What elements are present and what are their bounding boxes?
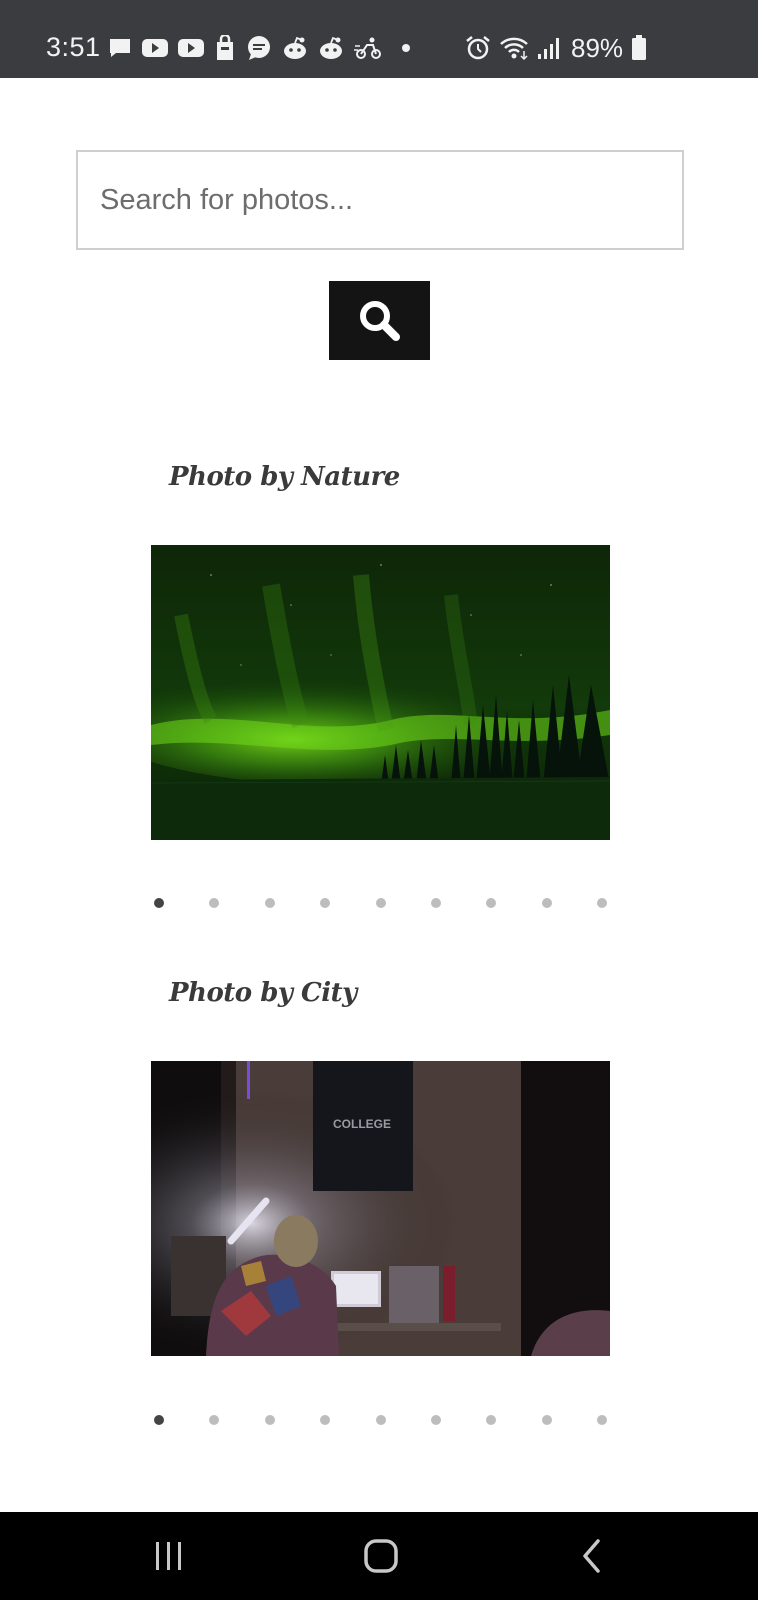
search-input[interactable] <box>76 150 684 250</box>
recent-apps-icon <box>156 1542 181 1570</box>
home-icon <box>364 1539 398 1573</box>
carousel-dot[interactable] <box>430 898 441 908</box>
message-icon <box>110 39 130 57</box>
delivery-icon <box>354 37 381 59</box>
reddit-icon <box>284 36 306 59</box>
battery-icon <box>632 35 647 60</box>
youtube-icon <box>142 39 168 57</box>
carousel-dot[interactable] <box>154 898 164 908</box>
battery-percentage: 89% <box>571 32 624 63</box>
carousel-dot[interactable] <box>541 898 552 908</box>
carousel-dot[interactable] <box>154 1415 164 1425</box>
college-text: COLLEGE <box>333 1117 391 1131</box>
recent-apps-button[interactable] <box>139 1532 199 1580</box>
section-title-nature: Photo by Nature <box>169 462 400 492</box>
system-icons: 89% <box>465 32 647 63</box>
reddit-icon <box>320 36 342 59</box>
carousel-dot[interactable] <box>375 1415 386 1425</box>
carousel-dot[interactable] <box>209 898 220 908</box>
notification-icons <box>108 34 416 62</box>
carousel-dot[interactable] <box>264 1415 275 1425</box>
dot-icon <box>402 44 410 52</box>
carousel-dot[interactable] <box>320 898 331 908</box>
back-button[interactable] <box>562 1532 622 1580</box>
wifi-icon <box>500 37 528 61</box>
back-icon <box>583 1539 600 1573</box>
photo-city[interactable]: COLLEGE <box>151 1061 610 1356</box>
signal-icon <box>538 38 559 59</box>
chat-bubble-icon <box>248 36 270 60</box>
carousel-dot[interactable] <box>264 898 275 908</box>
photo-nature[interactable] <box>151 545 610 840</box>
search-button[interactable] <box>329 281 430 360</box>
alarm-icon <box>466 36 490 60</box>
section-title-city: Photo by City <box>169 978 357 1008</box>
home-button[interactable] <box>351 1532 411 1580</box>
carousel-dot[interactable] <box>375 898 386 908</box>
youtube-icon <box>178 39 204 57</box>
carousel-dot[interactable] <box>541 1415 552 1425</box>
search-icon <box>359 300 400 341</box>
navigation-bar <box>0 1512 758 1600</box>
carousel-dot[interactable] <box>430 1415 441 1425</box>
carousel-dot[interactable] <box>597 898 607 908</box>
carousel-dot[interactable] <box>486 1415 497 1425</box>
shopping-bag-icon <box>217 35 233 60</box>
carousel-dot[interactable] <box>486 898 497 908</box>
status-bar: 3:51 89% <box>0 0 758 78</box>
carousel-dots-nature <box>151 897 610 909</box>
carousel-dot[interactable] <box>320 1415 331 1425</box>
carousel-dots-city <box>151 1414 610 1426</box>
carousel-dot[interactable] <box>597 1415 607 1425</box>
carousel-dot[interactable] <box>209 1415 220 1425</box>
status-time: 3:51 <box>46 32 101 62</box>
